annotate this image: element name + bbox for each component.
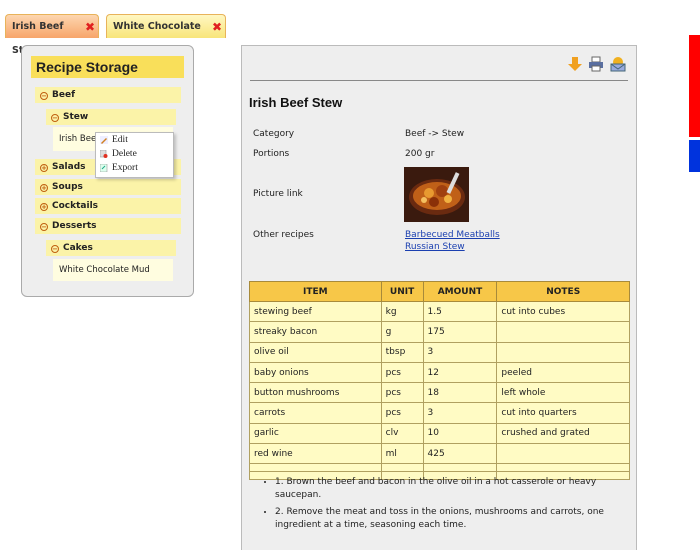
table-row: stewing beef kg 1.5 cut into cubes — [249, 300, 630, 323]
picture-label: Picture link — [253, 189, 303, 199]
tree-node-desserts[interactable]: − Desserts — [35, 218, 181, 234]
notes-cell: left whole — [496, 382, 630, 404]
recipe-title: Irish Beef Stew — [249, 95, 343, 110]
notes-cell: cut into cubes — [496, 300, 630, 323]
other-recipes-label: Other recipes — [253, 230, 314, 240]
unit-cell: clv — [380, 422, 424, 445]
unit-cell: ml — [380, 443, 424, 465]
export-icon — [100, 164, 108, 172]
delete-icon — [100, 150, 108, 158]
portions-label: Portions — [253, 149, 290, 159]
tab-white-chocolate-mud[interactable]: White Chocolate Mud ✖ — [106, 14, 226, 56]
notes-cell: cut into quarters — [496, 402, 630, 424]
amount-cell: 10 — [422, 422, 498, 445]
recipe-detail-panel: Irish Beef Stew Category Beef -> Stew Po… — [241, 45, 637, 550]
item-cell: carrots — [249, 402, 382, 424]
menu-item-delete[interactable]: Delete — [96, 147, 173, 161]
item-cell: stewing beef — [249, 300, 382, 323]
collapse-icon[interactable]: − — [40, 223, 48, 231]
context-menu: Edit Delete Export — [95, 132, 174, 178]
tree-node-beef[interactable]: − Beef — [35, 87, 181, 103]
item-cell: red wine — [249, 443, 382, 465]
link-barbecued-meatballs[interactable]: Barbecued Meatballs — [405, 230, 500, 240]
tree-node-cakes[interactable]: − Cakes — [46, 240, 176, 256]
table-row: streaky bacon g 175 — [249, 321, 630, 343]
expand-icon[interactable]: + — [40, 203, 48, 211]
notes-cell: peeled — [496, 361, 630, 384]
recipe-picture[interactable] — [404, 167, 469, 222]
instructions: 1. Brown the beef and bacon in the olive… — [262, 476, 622, 536]
panel-title: Recipe Storage — [31, 56, 184, 78]
item-cell: olive oil — [249, 341, 382, 363]
close-icon[interactable]: ✖ — [212, 15, 222, 39]
tree-node-cocktails[interactable]: + Cocktails — [35, 198, 181, 214]
divider — [250, 80, 628, 81]
collapse-icon[interactable]: − — [40, 92, 48, 100]
expand-icon[interactable]: + — [40, 164, 48, 172]
table-row: red wine ml 425 — [249, 443, 630, 465]
item-cell: streaky bacon — [249, 321, 382, 343]
close-icon[interactable]: ✖ — [85, 15, 95, 39]
step-item: 2. Remove the meat and toss in the onion… — [275, 506, 622, 532]
amount-cell: 175 — [422, 321, 498, 343]
item-cell: baby onions — [249, 361, 382, 384]
email-icon[interactable] — [610, 56, 626, 72]
amount-cell: 12 — [422, 361, 498, 384]
collapse-icon[interactable]: − — [51, 245, 59, 253]
unit-cell: kg — [380, 300, 424, 323]
portions-value: 200 gr — [405, 149, 435, 159]
notes-cell — [496, 443, 630, 465]
tree-node-stew[interactable]: − Stew — [46, 109, 176, 125]
expand-icon[interactable]: + — [40, 184, 48, 192]
column-header: ITEM — [249, 281, 382, 302]
notes-cell — [496, 321, 630, 343]
table-row: olive oil tbsp 3 — [249, 341, 630, 363]
unit-cell: tbsp — [380, 341, 424, 363]
unit-cell: g — [380, 321, 424, 343]
menu-item-edit[interactable]: Edit — [96, 133, 173, 147]
table-row-empty — [249, 463, 630, 473]
category-label: Category — [253, 129, 295, 139]
table-row: baby onions pcs 12 peeled — [249, 361, 630, 384]
category-value: Beef -> Stew — [405, 129, 465, 139]
ingredients-table: ITEM UNIT AMOUNT NOTES stewing beef kg 1.5… — [249, 281, 630, 481]
tree-node-soups[interactable]: + Soups — [35, 179, 181, 195]
amount-cell: 3 — [422, 402, 498, 424]
tab-irish-beef-stew[interactable]: Irish Beef Stew ✖ — [5, 14, 99, 56]
link-russian-stew[interactable]: Russian Stew — [405, 242, 465, 252]
column-header: UNIT — [380, 281, 424, 302]
table-header-row: ITEM UNIT AMOUNT NOTES — [249, 281, 630, 302]
amount-cell: 425 — [422, 443, 498, 465]
unit-cell: pcs — [380, 361, 424, 384]
side-tab-blue[interactable] — [689, 140, 700, 172]
amount-cell: 18 — [422, 382, 498, 404]
item-cell: button mushrooms — [249, 382, 382, 404]
unit-cell: pcs — [380, 402, 424, 424]
amount-cell: 1.5 — [422, 300, 498, 323]
column-header: NOTES — [496, 281, 630, 302]
collapse-icon[interactable]: − — [51, 114, 59, 122]
amount-cell: 3 — [422, 341, 498, 363]
print-icon[interactable] — [588, 56, 604, 72]
unit-cell: pcs — [380, 382, 424, 404]
table-row: button mushrooms pcs 18 left whole — [249, 382, 630, 404]
step-item: 1. Brown the beef and bacon in the olive… — [275, 476, 622, 502]
column-header: AMOUNT — [422, 281, 498, 302]
item-cell: garlic — [249, 422, 382, 445]
table-row: garlic clv 10 crushed and grated — [249, 422, 630, 445]
menu-item-export[interactable]: Export — [96, 161, 173, 175]
notes-cell: crushed and grated — [496, 422, 630, 445]
notes-cell — [496, 341, 630, 363]
download-icon[interactable] — [567, 56, 583, 72]
table-row: carrots pcs 3 cut into quarters — [249, 402, 630, 424]
tree-leaf-white-chocolate-mud[interactable]: White Chocolate Mud — [53, 259, 173, 281]
edit-icon — [100, 136, 108, 144]
feedback-side-tab[interactable] — [689, 35, 700, 137]
